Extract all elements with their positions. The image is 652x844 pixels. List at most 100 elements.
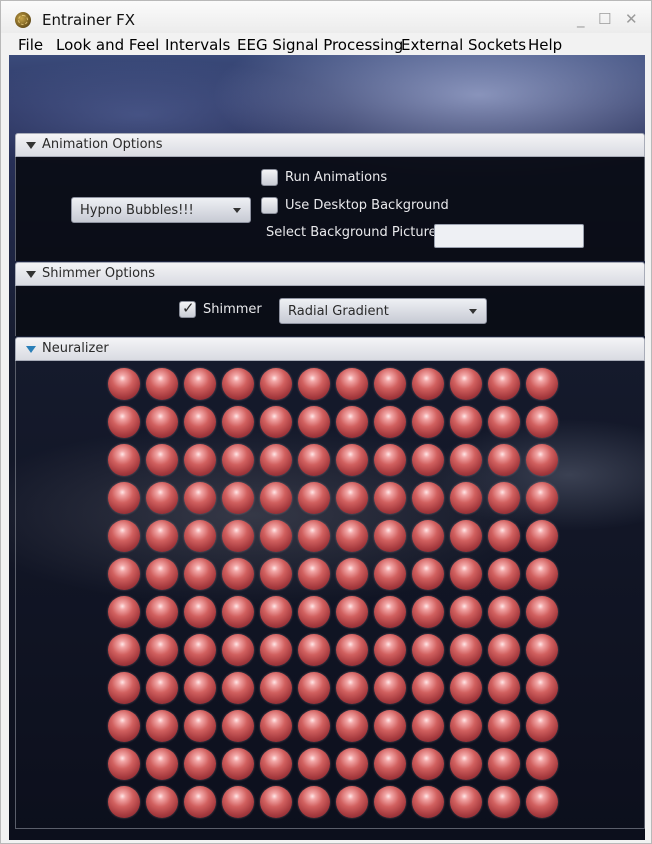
chevron-down-icon: [469, 309, 477, 314]
bubble: [336, 786, 368, 818]
menu-eeg-signal-processing[interactable]: EEG Signal Processing: [237, 36, 403, 54]
animation-options-title: Animation Options: [42, 137, 163, 152]
bubble: [260, 786, 292, 818]
bubble: [450, 786, 482, 818]
bubble: [450, 406, 482, 438]
bubble: [374, 520, 406, 552]
shimmer-label: Shimmer: [203, 302, 262, 317]
bubble: [146, 634, 178, 666]
bubble: [526, 710, 558, 742]
bubble: [450, 710, 482, 742]
bubble: [184, 558, 216, 590]
bubble: [412, 520, 444, 552]
bubble: [108, 558, 140, 590]
bubble: [260, 634, 292, 666]
bubble: [336, 558, 368, 590]
bubble: [184, 748, 216, 780]
bubble: [298, 634, 330, 666]
bubble: [108, 444, 140, 476]
bubble: [526, 482, 558, 514]
background-picture-field[interactable]: [434, 224, 584, 248]
bubble: [374, 672, 406, 704]
maximize-icon[interactable]: ☐: [598, 10, 611, 28]
bubble: [298, 444, 330, 476]
menu-look-and-feel[interactable]: Look and Feel: [56, 36, 159, 54]
bubble: [184, 786, 216, 818]
shimmer-type-select[interactable]: Radial Gradient: [279, 298, 487, 324]
bubble: [488, 444, 520, 476]
menu-file[interactable]: File: [18, 36, 43, 54]
bubble: [526, 558, 558, 590]
bubble: [488, 748, 520, 780]
bubble: [450, 748, 482, 780]
animation-select[interactable]: Hypno Bubbles!!!: [71, 197, 251, 223]
bubble: [184, 368, 216, 400]
bubble: [108, 520, 140, 552]
animation-options-panel: Hypno Bubbles!!! Run Animations Use Desk…: [15, 157, 645, 261]
bubble: [222, 672, 254, 704]
bubble: [412, 672, 444, 704]
bubble: [412, 786, 444, 818]
bubble: [222, 634, 254, 666]
shimmer-options-title: Shimmer Options: [42, 266, 156, 281]
shimmer-options-header[interactable]: Shimmer Options: [15, 262, 645, 286]
bubble: [222, 748, 254, 780]
bubble: [108, 482, 140, 514]
collapse-triangle-icon: [26, 271, 36, 278]
bubble: [336, 520, 368, 552]
bubble: [488, 672, 520, 704]
bubble: [108, 406, 140, 438]
checkmark-icon: ✓: [182, 299, 195, 317]
bubble: [260, 482, 292, 514]
bubble: [488, 482, 520, 514]
bubble: [222, 520, 254, 552]
bubble: [488, 596, 520, 628]
bubble: [374, 748, 406, 780]
bubble: [526, 672, 558, 704]
bubble: [298, 710, 330, 742]
bubble: [298, 748, 330, 780]
bubble: [146, 482, 178, 514]
menu-external-sockets[interactable]: External Sockets: [401, 36, 526, 54]
run-animations-checkbox[interactable]: [261, 169, 278, 186]
bubble: [108, 748, 140, 780]
menu-bar: File Look and Feel Intervals EEG Signal …: [1, 33, 651, 55]
bubble: [336, 482, 368, 514]
bubble: [146, 444, 178, 476]
neuralizer-header[interactable]: Neuralizer: [15, 337, 645, 361]
bubble: [374, 444, 406, 476]
bubble: [450, 520, 482, 552]
bubble: [184, 710, 216, 742]
bubble: [526, 634, 558, 666]
shimmer-checkbox[interactable]: ✓: [179, 299, 196, 318]
menu-intervals[interactable]: Intervals: [165, 36, 230, 54]
bubble: [260, 444, 292, 476]
title-bar[interactable]: Entrainer FX _ ☐ ✕: [1, 1, 651, 33]
bubble: [450, 596, 482, 628]
bubble: [374, 406, 406, 438]
animation-options-header[interactable]: Animation Options: [15, 133, 645, 157]
close-icon[interactable]: ✕: [625, 10, 638, 28]
bubble: [336, 672, 368, 704]
bubble: [298, 482, 330, 514]
neuralizer-panel: [15, 361, 645, 829]
bubble: [488, 406, 520, 438]
bubble: [260, 596, 292, 628]
shimmer-options-panel: ✓ Shimmer Radial Gradient: [15, 286, 645, 336]
bubble: [336, 406, 368, 438]
menu-help[interactable]: Help: [528, 36, 562, 54]
bubble: [488, 710, 520, 742]
bubble: [412, 558, 444, 590]
bubble: [412, 444, 444, 476]
bubble: [412, 634, 444, 666]
bubble: [336, 368, 368, 400]
bubble: [184, 444, 216, 476]
bubble: [298, 672, 330, 704]
bubble-grid: [108, 368, 564, 824]
bubble: [450, 672, 482, 704]
bubble: [488, 368, 520, 400]
minimize-icon[interactable]: _: [577, 10, 585, 28]
bubble: [184, 596, 216, 628]
use-desktop-background-checkbox[interactable]: [261, 197, 278, 214]
bubble: [336, 634, 368, 666]
